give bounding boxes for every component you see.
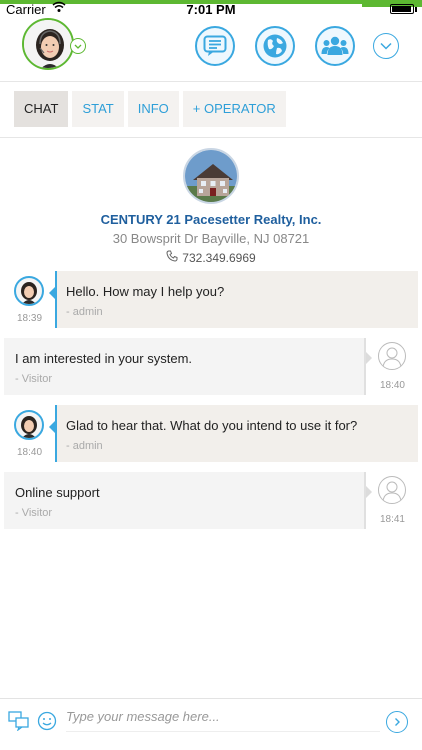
send-icon[interactable] [386, 711, 408, 733]
message-text: Glad to hear that. What do you intend to… [66, 418, 358, 433]
tab-add-operator[interactable]: + OPERATOR [182, 91, 286, 127]
company-photo [183, 148, 239, 204]
bubble-pointer [49, 421, 55, 433]
company-address: 30 Bowsprit Dr Bayville, NJ 08721 [112, 231, 310, 246]
battery-icon [390, 4, 417, 14]
input-underline [66, 731, 380, 732]
chat-message: 18:39 Hello. How may I help you? - admin [0, 271, 422, 328]
tab-stat[interactable]: STAT [72, 91, 124, 127]
divider [0, 137, 422, 138]
message-text: Hello. How may I help you? [66, 284, 225, 299]
globe-icon[interactable] [255, 26, 295, 66]
bubble-pointer [49, 287, 55, 299]
chat-message: 18:40 Glad to hear that. What do you int… [0, 405, 422, 462]
message-text: I am interested in your system. [15, 351, 193, 366]
visitor-avatar-icon [378, 476, 406, 504]
app-header [0, 16, 422, 82]
message-bubble [55, 405, 418, 462]
visitor-avatar-icon [378, 342, 406, 370]
bubble-pointer [366, 486, 372, 498]
chevron-down-icon[interactable] [373, 33, 399, 59]
tab-info[interactable]: INFO [127, 91, 179, 127]
message-time: 18:39 [17, 313, 43, 324]
company-name: CENTURY 21 Pacesetter Realty, Inc. [100, 212, 322, 227]
bubble-pointer [366, 352, 372, 364]
company-phone[interactable]: 732.349.6969 [0, 250, 422, 265]
company-info: CENTURY 21 Pacesetter Realty, Inc. 30 Bo… [0, 148, 422, 265]
message-bubble [55, 271, 418, 328]
group-icon[interactable] [315, 26, 355, 66]
tab-bar: CHAT STAT INFO + OPERATOR [14, 91, 290, 127]
message-author: - Visitor [15, 373, 53, 385]
status-time: 7:01 PM [186, 2, 236, 17]
chat-message: 18:41 Online support - Visitor [0, 472, 422, 529]
operator-avatar[interactable] [22, 18, 74, 70]
message-time: 18:41 [379, 514, 405, 525]
message-author: - Visitor [15, 507, 53, 519]
status-dropdown-icon[interactable] [70, 38, 86, 54]
battery-fill [392, 6, 411, 12]
tab-chat[interactable]: CHAT [14, 91, 69, 127]
phone-icon [166, 250, 178, 265]
message-input[interactable] [66, 705, 380, 727]
message-bubble [4, 338, 366, 395]
canned-messages-icon[interactable] [8, 711, 30, 736]
chat-message: 18:40 I am interested in your system. - … [0, 338, 422, 395]
phone-number: 732.349.6969 [182, 250, 256, 265]
message-time: 18:40 [17, 447, 43, 458]
message-time: 18:40 [379, 380, 405, 391]
operator-mini-avatar [14, 276, 44, 306]
chat-bubble-icon[interactable] [195, 26, 235, 66]
message-author: - admin [66, 306, 103, 318]
message-bubble [4, 472, 366, 529]
message-composer [0, 698, 422, 750]
message-text: Online support [15, 485, 100, 500]
emoji-icon[interactable] [37, 711, 57, 736]
message-author: - admin [66, 440, 103, 452]
operator-mini-avatar [14, 410, 44, 440]
